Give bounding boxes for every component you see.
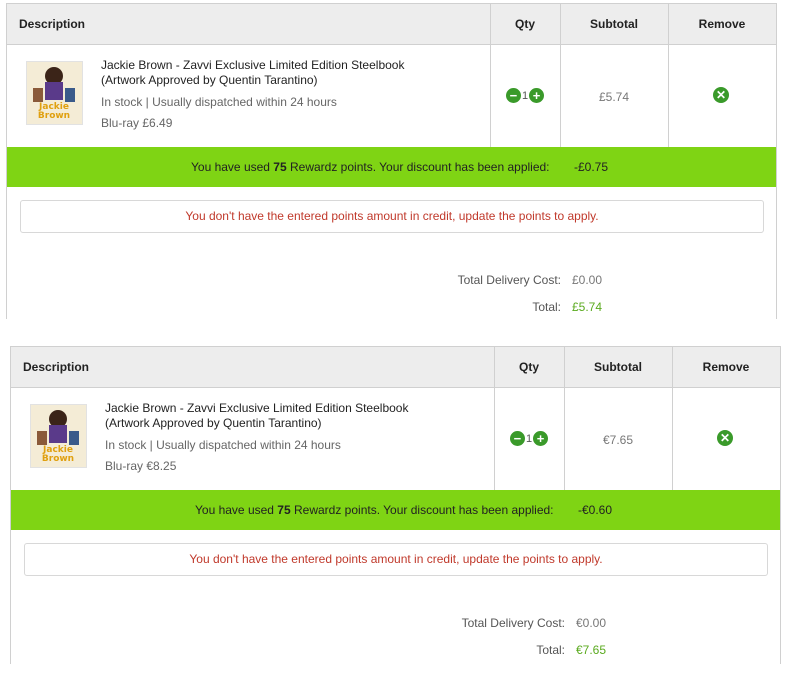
product-title[interactable]: Jackie Brown - Zavvi Exclusive Limited E… [101,58,431,88]
quantity-value: 1 [525,432,533,445]
cart-panel-gbp: Description Qty Subtotal Remove Jackie B… [6,3,777,319]
delivery-cost-value: £0.00 [572,273,603,287]
cart-header: Description Qty Subtotal Remove [11,347,780,388]
rewards-message: You have used 75 Rewardz points. Your di… [195,503,554,517]
stock-status: In stock | Usually dispatched within 24 … [105,438,341,452]
plus-icon[interactable]: + [533,431,549,446]
product-thumbnail[interactable]: Jackie Brown [30,404,87,468]
item-subtotal: £5.74 [598,90,630,104]
header-subtotal: Subtotal [590,17,638,31]
stock-status: In stock | Usually dispatched within 24 … [101,95,337,109]
total-label: Total: [532,300,561,314]
plus-icon[interactable]: + [529,88,545,103]
rewards-discount-bar: You have used 75 Rewardz points. Your di… [7,147,776,187]
column-divider [672,388,673,490]
close-icon[interactable]: ✕ [713,87,729,103]
thumb-text-line2: Brown [42,454,74,464]
total-label: Total: [536,643,565,657]
minus-icon[interactable]: − [505,88,521,103]
thumb-text-line2: Brown [38,111,70,121]
product-title[interactable]: Jackie Brown - Zavvi Exclusive Limited E… [105,401,435,431]
delivery-cost-label: Total Delivery Cost: [461,616,565,630]
cart-item-row: Jackie Brown Jackie Brown - Zavvi Exclus… [7,45,776,147]
product-price: Blu-ray €8.25 [105,459,177,473]
quantity-stepper: −1 + [494,431,564,446]
quantity-stepper: −1 + [490,88,560,103]
rewards-discount-amount: -€0.60 [578,503,613,517]
cart-item-row: Jackie Brown Jackie Brown - Zavvi Exclus… [11,388,780,490]
header-qty: Qty [518,360,539,374]
item-subtotal: €7.65 [602,433,634,447]
product-thumbnail[interactable]: Jackie Brown [26,61,83,125]
rewards-discount-bar: You have used 75 Rewardz points. Your di… [11,490,780,530]
cart-panel-eur: Description Qty Subtotal Remove Jackie B… [10,346,781,664]
delivery-cost-label: Total Delivery Cost: [457,273,561,287]
header-qty: Qty [514,17,535,31]
points-warning: You don't have the entered points amount… [20,200,764,233]
header-subtotal: Subtotal [594,360,642,374]
header-remove: Remove [698,17,746,31]
rewards-message: You have used 75 Rewardz points. Your di… [191,160,550,174]
delivery-cost-value: €0.00 [576,616,607,630]
close-icon[interactable]: ✕ [717,430,733,446]
column-divider [668,45,669,147]
rewards-discount-amount: -£0.75 [574,160,609,174]
points-warning: You don't have the entered points amount… [24,543,768,576]
minus-icon[interactable]: − [509,431,525,446]
header-description: Description [19,17,86,31]
header-remove: Remove [702,360,750,374]
total-value: £5.74 [572,300,603,314]
quantity-value: 1 [521,89,529,102]
rewards-points: 75 [273,160,287,174]
rewards-points: 75 [277,503,291,517]
header-description: Description [23,360,90,374]
total-value: €7.65 [576,643,607,657]
product-price: Blu-ray £6.49 [101,116,173,130]
cart-header: Description Qty Subtotal Remove [7,4,776,45]
